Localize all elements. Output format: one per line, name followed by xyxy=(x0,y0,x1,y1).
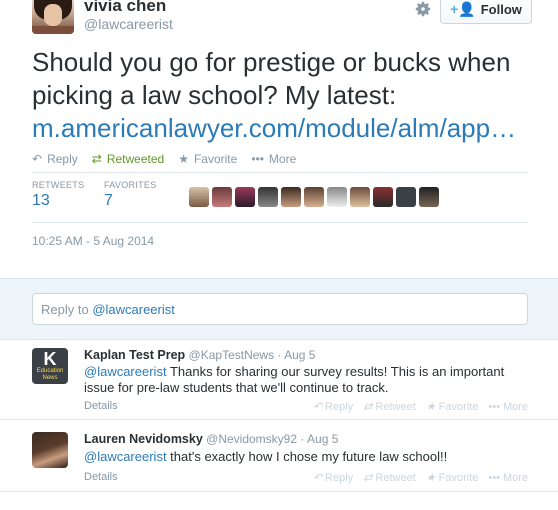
retweets-label: RETWEETS xyxy=(32,180,85,190)
retweet-label: Retweet xyxy=(375,400,416,413)
favorite-action[interactable]: ★ Favorite xyxy=(178,152,237,166)
more-action[interactable]: ••• More xyxy=(488,471,528,484)
favorite-action[interactable]: ★ Favorite xyxy=(425,400,479,414)
gear-icon[interactable] xyxy=(414,0,432,18)
favorite-label: Favorite xyxy=(438,471,479,484)
reply-actions: ↶ Reply ⇄ Retweet ★ Favorite ••• More xyxy=(312,471,528,485)
add-user-icon: +👤 xyxy=(450,0,476,17)
avatar[interactable] xyxy=(32,432,68,468)
tweet-timestamp: 10:25 AM - 5 Aug 2014 xyxy=(32,234,155,248)
avatar-subtitle: Education News xyxy=(36,368,64,381)
avatar[interactable] xyxy=(212,187,232,207)
reply-mention[interactable]: @lawcareerist xyxy=(84,449,167,464)
reply-action[interactable]: ↶ Reply xyxy=(32,152,78,166)
reply-author-handle[interactable]: @Nevidomsky92 xyxy=(206,432,297,446)
tweet-body: Should you go for prestige or bucks when… xyxy=(32,47,511,110)
avatar-letter: K xyxy=(43,349,57,369)
follow-label: Follow xyxy=(480,1,522,17)
divider xyxy=(32,222,528,223)
reply-input[interactable]: Reply to @lawcareerist xyxy=(32,293,528,325)
ellipsis-icon: ••• xyxy=(251,152,264,166)
reply-tweet[interactable]: K Education News Kaplan Test Prep @KapTe… xyxy=(0,340,558,420)
reply-prefix: Reply to xyxy=(41,302,93,317)
retweet-icon: ⇄ xyxy=(363,472,373,484)
avatar[interactable] xyxy=(304,187,324,207)
reply-label: Reply xyxy=(325,471,354,484)
tweet-link[interactable]: m.americanlawyer.com/module/alm/app… xyxy=(32,113,516,143)
avatar[interactable] xyxy=(327,187,347,207)
star-icon: ★ xyxy=(178,152,189,166)
reply-icon: ↶ xyxy=(32,152,43,166)
reply-mention[interactable]: @lawcareerist xyxy=(84,364,167,379)
favorite-label: Favorite xyxy=(438,400,479,413)
star-icon: ★ xyxy=(425,472,436,484)
kaplan-logo: K Education News xyxy=(32,348,68,384)
reply-action[interactable]: ↶ Reply xyxy=(312,471,354,485)
avatar[interactable] xyxy=(396,187,416,207)
reply-label: Reply xyxy=(325,400,354,413)
avatar[interactable]: K Education News xyxy=(32,348,68,384)
favorite-action[interactable]: ★ Favorite xyxy=(425,471,479,485)
favoriters-avatars xyxy=(189,187,439,207)
reply-mention: @lawcareerist xyxy=(92,302,175,317)
star-icon: ★ xyxy=(425,401,436,413)
retweet-action[interactable]: ⇄ Retweeted xyxy=(92,152,164,166)
reply-text: @lawcareerist Thanks for sharing our sur… xyxy=(84,364,534,396)
avatar-image xyxy=(32,432,68,468)
reply-area: Reply to @lawcareerist xyxy=(0,278,558,340)
avatar[interactable] xyxy=(258,187,278,207)
avatar[interactable] xyxy=(350,187,370,207)
main-tweet: vivia chen @lawcareerist +👤 Follow Shoul… xyxy=(0,0,558,278)
retweet-icon: ⇄ xyxy=(363,401,373,413)
avatar[interactable] xyxy=(373,187,393,207)
reply-date[interactable]: · Aug 5 xyxy=(277,348,315,362)
favorites-count: 7 xyxy=(104,192,113,209)
ellipsis-icon: ••• xyxy=(488,400,500,413)
reply-icon: ↶ xyxy=(312,472,323,484)
more-action[interactable]: ••• More xyxy=(488,400,528,413)
reply-header: Lauren Nevidomsky @Nevidomsky92 · Aug 5 xyxy=(84,432,338,446)
reply-author-name[interactable]: Kaplan Test Prep xyxy=(84,348,185,362)
retweet-action[interactable]: ⇄ Retweet xyxy=(363,471,416,485)
reply-date[interactable]: · Aug 5 xyxy=(300,432,338,446)
tweet-stats: RETWEETS 13 FAVORITES 7 xyxy=(32,180,176,210)
more-label: More xyxy=(268,152,297,166)
reply-tweet[interactable]: Lauren Nevidomsky @Nevidomsky92 · Aug 5 … xyxy=(0,420,558,492)
tweet-text: Should you go for prestige or bucks when… xyxy=(32,46,542,145)
divider xyxy=(32,172,528,173)
avatar[interactable] xyxy=(419,187,439,207)
favorites-label: FAVORITES xyxy=(104,180,157,190)
favorites-stat[interactable]: FAVORITES 7 xyxy=(104,180,176,210)
reply-actions: ↶ Reply ⇄ Retweet ★ Favorite ••• More xyxy=(312,400,528,414)
reply-body: that's exactly how I chose my future law… xyxy=(166,449,448,464)
tweet-actions: ↶ Reply ⇄ Retweeted ★ Favorite ••• More xyxy=(32,152,296,166)
avatar[interactable] xyxy=(235,187,255,207)
reply-label: Reply xyxy=(47,152,78,166)
details-link[interactable]: Details xyxy=(84,400,118,412)
more-label: More xyxy=(502,471,528,484)
retweets-stat[interactable]: RETWEETS 13 xyxy=(32,180,104,210)
reply-action[interactable]: ↶ Reply xyxy=(312,400,354,414)
retweets-count: 13 xyxy=(32,192,50,209)
author-fullname[interactable]: vivia chen xyxy=(84,0,166,16)
details-link[interactable]: Details xyxy=(84,471,118,483)
reply-author-name[interactable]: Lauren Nevidomsky xyxy=(84,432,203,446)
reply-icon: ↶ xyxy=(312,401,323,413)
reply-header: Kaplan Test Prep @KapTestNews · Aug 5 xyxy=(84,348,315,362)
reply-author-handle[interactable]: @KapTestNews xyxy=(189,348,275,362)
more-label: More xyxy=(502,400,528,413)
reply-text: @lawcareerist that's exactly how I chose… xyxy=(84,449,534,465)
author-username[interactable]: @lawcareerist xyxy=(84,16,173,32)
avatar[interactable] xyxy=(281,187,301,207)
avatar[interactable] xyxy=(189,187,209,207)
favorite-label: Favorite xyxy=(193,152,238,166)
author-avatar[interactable] xyxy=(32,0,74,34)
ellipsis-icon: ••• xyxy=(488,471,500,484)
retweeted-label: Retweeted xyxy=(106,152,165,166)
more-action[interactable]: ••• More xyxy=(251,152,296,166)
retweet-icon: ⇄ xyxy=(91,152,102,166)
retweet-label: Retweet xyxy=(375,471,416,484)
follow-button[interactable]: +👤 Follow xyxy=(440,0,532,24)
retweet-action[interactable]: ⇄ Retweet xyxy=(363,400,416,414)
